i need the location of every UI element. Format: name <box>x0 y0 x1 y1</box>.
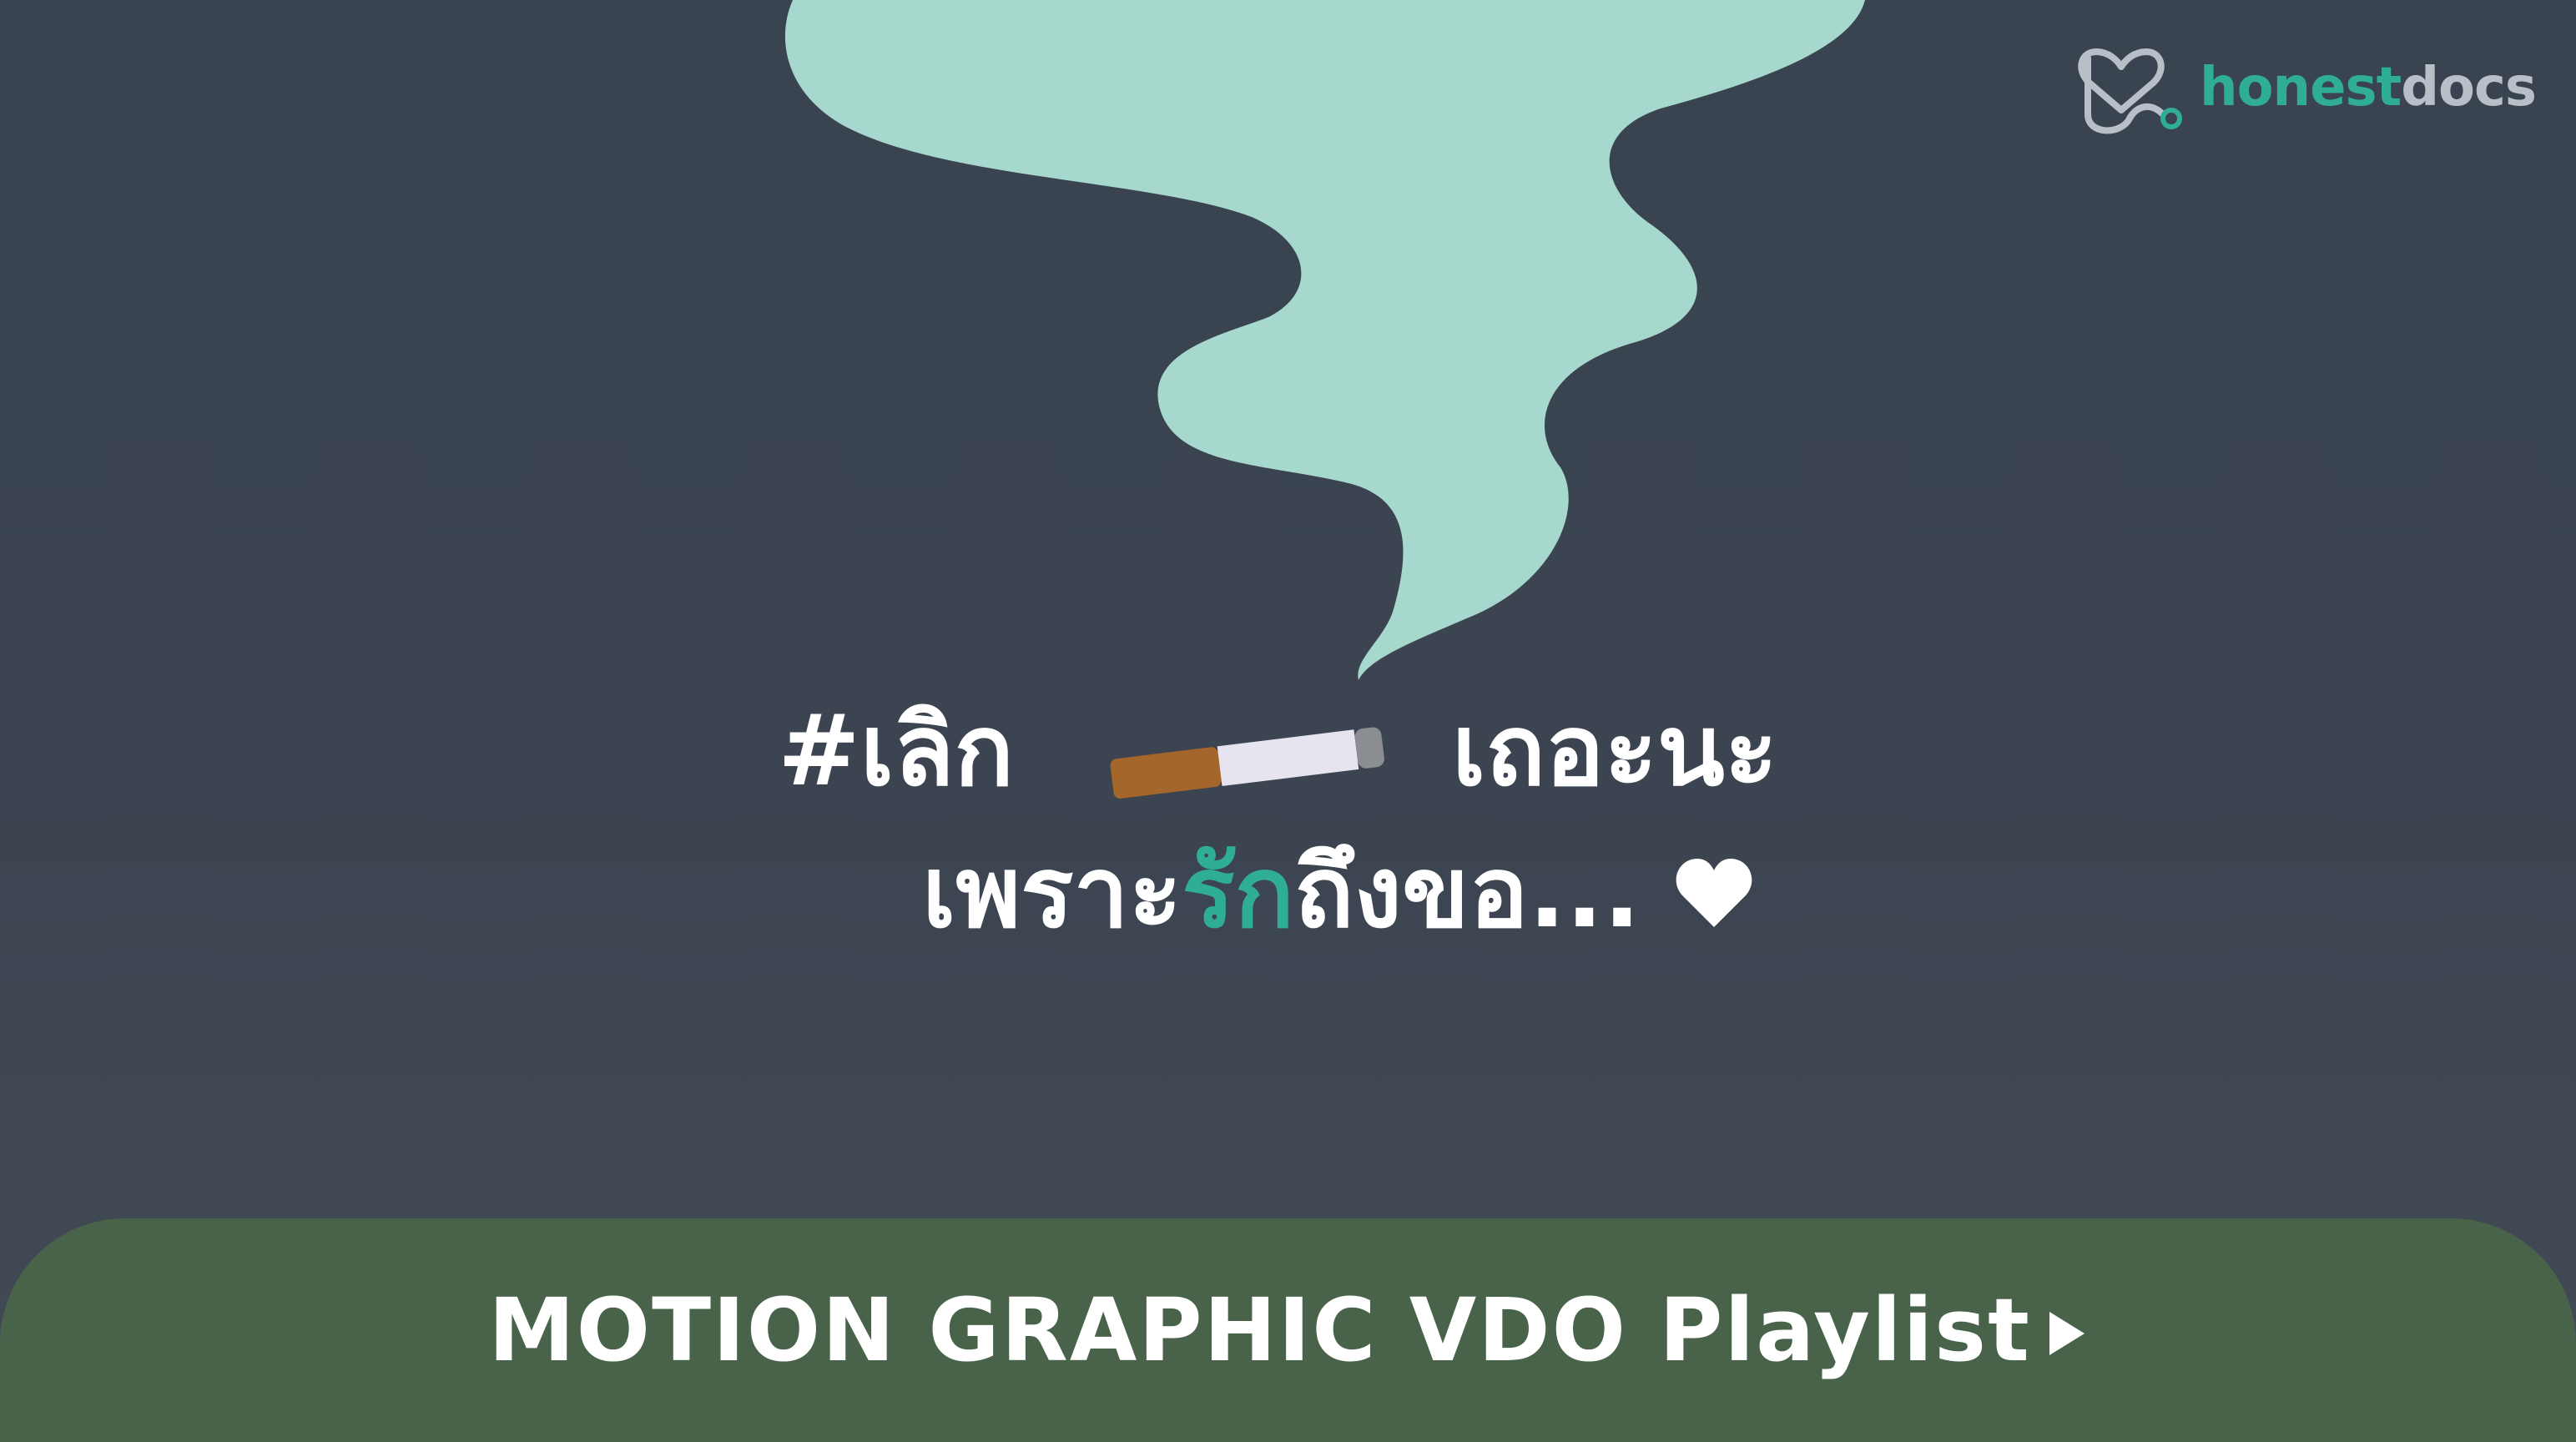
headline-line-1: #เลิก เถอะนะ <box>0 693 2576 818</box>
stethoscope-heart-icon <box>2078 48 2182 134</box>
heart-icon <box>1676 858 1752 927</box>
honestdocs-logo: honestdocs <box>2071 35 2537 139</box>
play-triangle-icon <box>2049 1312 2084 1355</box>
headline-word-please: เถอะนะ <box>1452 693 1778 808</box>
cigarette-icon <box>1110 727 1384 799</box>
logo-text-honest: honest <box>2200 56 2402 118</box>
logo-wordmark: honestdocs <box>2200 56 2537 118</box>
playlist-banner-label: MOTION GRAPHIC VDO Playlist <box>488 1279 2031 1381</box>
headline-line-2: เพราะ รัก ถึงขอ... <box>922 834 1754 950</box>
playlist-banner-button[interactable]: MOTION GRAPHIC VDO Playlist <box>0 1218 2576 1442</box>
headline-word-quit: #เลิก <box>778 693 1014 808</box>
headline-word-asking: ถึงขอ... <box>1293 834 1641 950</box>
headline-word-love: รัก <box>1182 834 1294 950</box>
headline-word-because: เพราะ <box>922 834 1182 950</box>
logo-text-docs: docs <box>2401 56 2537 118</box>
